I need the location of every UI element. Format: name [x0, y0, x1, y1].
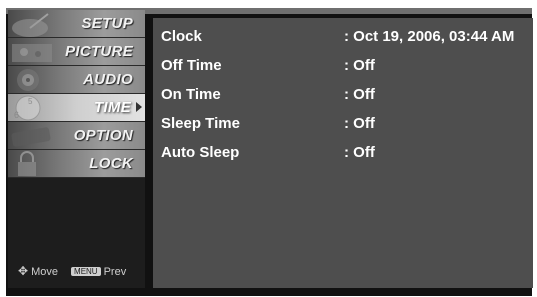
- clock-icon: 6 5: [14, 95, 41, 121]
- main-menu-sidebar: SETUP PICTURE AUDIO 6 5 TIME OPTION LOCK: [8, 10, 145, 288]
- setting-name: Off Time: [161, 57, 222, 74]
- lock-icon: [18, 151, 36, 176]
- setting-value: : Off: [344, 144, 375, 161]
- time-settings-panel: Clock : Oct 19, 2006, 03:44 AM Off Time …: [153, 18, 533, 288]
- setting-name: On Time: [161, 86, 221, 103]
- svg-text:6: 6: [14, 110, 19, 120]
- menu-item-label: AUDIO: [83, 71, 133, 88]
- menu-item-label: PICTURE: [65, 43, 133, 60]
- paint-icon: [12, 44, 52, 62]
- menu-item-setup[interactable]: SETUP: [8, 10, 145, 38]
- setting-value: : Oct 19, 2006, 03:44 AM: [344, 28, 515, 45]
- move-arrows-icon: ✥: [18, 264, 29, 278]
- menu-item-audio[interactable]: AUDIO: [8, 66, 145, 94]
- setting-name: Auto Sleep: [161, 144, 240, 161]
- menu-item-picture[interactable]: PICTURE: [8, 38, 145, 66]
- speaker-icon: [17, 69, 39, 91]
- menu-key-badge: MENU: [71, 267, 101, 276]
- menu-item-lock[interactable]: LOCK: [8, 150, 145, 178]
- setting-name: Sleep Time: [161, 115, 240, 132]
- setting-value: : Off: [344, 86, 375, 103]
- menu-item-label: TIME: [93, 99, 131, 116]
- move-hint-label: Move: [31, 266, 58, 278]
- prev-hint-label: Prev: [103, 266, 127, 278]
- satellite-dish-icon: [12, 13, 49, 37]
- menu-item-label: SETUP: [81, 15, 133, 32]
- menu-item-label: LOCK: [89, 155, 133, 172]
- setting-value: : Off: [344, 115, 375, 132]
- key-hint-footer: ✥ Move MENU Prev: [18, 264, 126, 278]
- setting-value: : Off: [344, 57, 375, 74]
- setting-name: Clock: [161, 28, 202, 45]
- chevron-right-icon: [136, 102, 142, 112]
- option-icon: [11, 127, 51, 147]
- menu-item-label: OPTION: [73, 127, 133, 144]
- menu-item-time[interactable]: 6 5 TIME: [8, 94, 145, 122]
- menu-item-option[interactable]: OPTION: [8, 122, 145, 150]
- svg-text:5: 5: [28, 97, 33, 106]
